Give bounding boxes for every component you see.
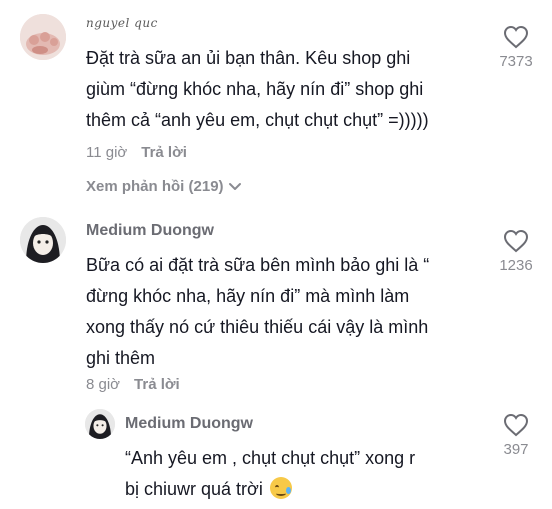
heart-outline-icon — [503, 229, 529, 253]
like-button[interactable]: 397 — [486, 413, 546, 458]
reply-text-line: “Anh yêu em , chụt chụt chụt” xong r — [125, 448, 416, 468]
comment-text-line: giùm “đừng khóc nha, hãy nín đi” shop gh… — [86, 79, 424, 99]
comment-username[interactable]: Medium Duongw — [86, 222, 214, 240]
avatar[interactable] — [20, 14, 66, 60]
comment-text-line: thêm cả “anh yêu em, chụt chụt chụt” =))… — [86, 110, 429, 130]
reply-username[interactable]: Medium Duongw — [125, 415, 253, 433]
avatar-image — [20, 14, 66, 60]
reply-text-segment: bị chiuwr quá trời — [125, 479, 263, 499]
like-button[interactable]: 1236 — [486, 229, 546, 274]
view-replies-label: Xem phản hồi (219) — [86, 178, 224, 195]
comment-text-line: đừng khóc nha, hãy nín đi” mà mình làm — [86, 286, 410, 306]
like-count: 397 — [503, 441, 529, 458]
comment-text-line: ghi thêm — [86, 348, 156, 368]
reply-button[interactable]: Trả lời — [134, 376, 180, 393]
comment-time: 11 giờ — [86, 144, 128, 161]
like-count: 7373 — [499, 53, 533, 70]
reply-button[interactable]: Trả lời — [141, 144, 187, 161]
comment-meta: 11 giờ Trả lời — [86, 144, 187, 161]
comment-text: Bữa có ai đặt trà sữa bên mình bảo ghi l… — [86, 250, 486, 374]
heart-outline-icon — [503, 413, 529, 437]
like-button[interactable]: 7373 — [486, 25, 546, 70]
reply-text-line: bị chiuwr quá trời — [125, 474, 485, 505]
comment-meta: 8 giờ Trả lời — [86, 376, 180, 393]
chevron-down-icon — [228, 182, 241, 190]
avatar-image — [85, 409, 115, 439]
comment-text: Đặt trà sữa an ủi bạn thân. Kêu shop ghi… — [86, 43, 486, 136]
heart-outline-icon — [503, 25, 529, 49]
comment-text-line: Đặt trà sữa an ủi bạn thân. Kêu shop ghi — [86, 48, 411, 68]
comment-text-line: Bữa có ai đặt trà sữa bên mình bảo ghi l… — [86, 255, 430, 275]
view-replies-button[interactable]: Xem phản hồi (219) — [86, 178, 242, 195]
like-count: 1236 — [499, 257, 533, 274]
avatar[interactable] — [85, 409, 115, 439]
avatar[interactable] — [20, 217, 66, 263]
avatar-image — [20, 217, 66, 263]
comment-time: 8 giờ — [86, 376, 121, 393]
face-holding-back-tears-icon — [269, 477, 292, 499]
comment-text-line: xong thấy nó cứ thiêu thiếu cái vậy là m… — [86, 317, 429, 337]
reply-text: “Anh yêu em , chụt chụt chụt” xong r bị … — [125, 443, 485, 505]
comment-username[interactable]: nguyel quc — [86, 16, 158, 30]
